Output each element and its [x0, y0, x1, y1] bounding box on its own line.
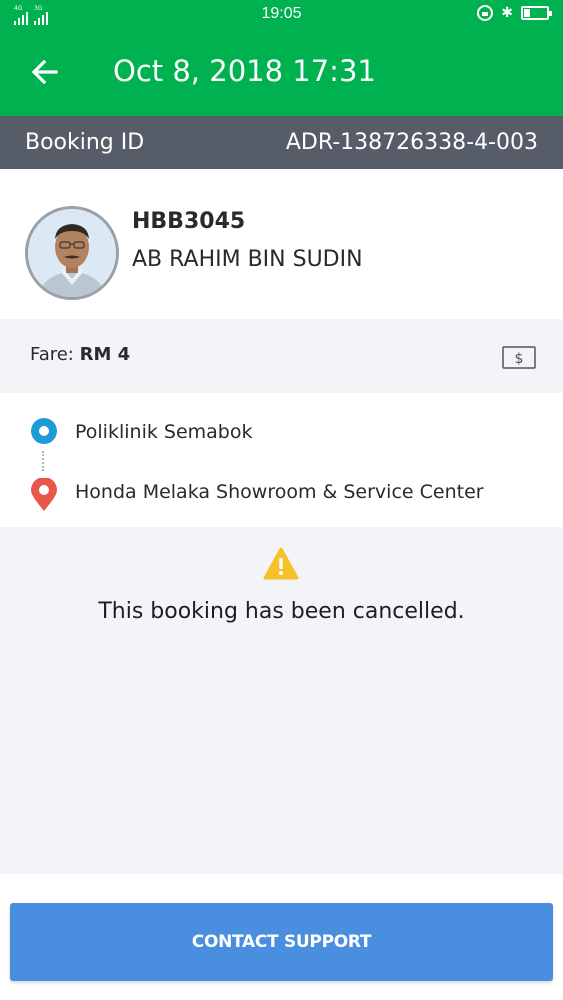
dropoff-pin-icon	[31, 478, 57, 511]
dropoff-location: Honda Melaka Showroom & Service Center	[75, 481, 484, 503]
driver-card: HBB3045 AB RAHIM BIN SUDIN	[0, 169, 563, 319]
route-connector	[42, 451, 46, 471]
footer: CONTACT SUPPORT	[0, 874, 563, 1000]
fare-section: Fare: RM 4	[0, 319, 563, 393]
status-icons: ✱	[477, 5, 552, 21]
pickup-location: Poliklinik Semabok	[75, 421, 253, 443]
cancellation-message: This booking has been cancelled.	[98, 599, 465, 624]
driver-name: AB RAHIM BIN SUDIN	[132, 247, 363, 272]
app-bar: Oct 8, 2018 17:31	[0, 32, 563, 116]
fare-amount: RM 4	[79, 344, 131, 365]
back-button[interactable]	[22, 50, 68, 96]
booking-id-label: Booking ID	[25, 130, 145, 155]
fare-text: Fare: RM 4	[30, 344, 130, 365]
bluetooth-icon: ✱	[501, 5, 513, 21]
arrow-left-icon	[31, 59, 58, 85]
booking-id-bar: Booking ID ADR-138726338-4-003	[0, 116, 563, 169]
avatar	[25, 206, 119, 300]
cash-icon: $	[502, 346, 536, 369]
contact-support-button[interactable]: CONTACT SUPPORT	[10, 903, 553, 981]
battery-icon	[521, 6, 552, 20]
cancellation-notice: This booking has been cancelled.	[0, 527, 563, 874]
page-title: Oct 8, 2018 17:31	[113, 54, 376, 88]
warning-icon	[263, 547, 299, 580]
rotation-lock-icon	[477, 5, 494, 21]
svg-text:$: $	[515, 351, 524, 367]
vehicle-plate: HBB3045	[132, 209, 246, 234]
fare-label: Fare:	[30, 344, 74, 365]
route-section: Poliklinik Semabok Honda Melaka Showroom…	[0, 393, 563, 527]
booking-id-value: ADR-138726338-4-003	[285, 130, 538, 155]
status-bar: 4G 3G 19:05 ✱	[0, 0, 563, 32]
pickup-marker-icon	[31, 418, 57, 444]
